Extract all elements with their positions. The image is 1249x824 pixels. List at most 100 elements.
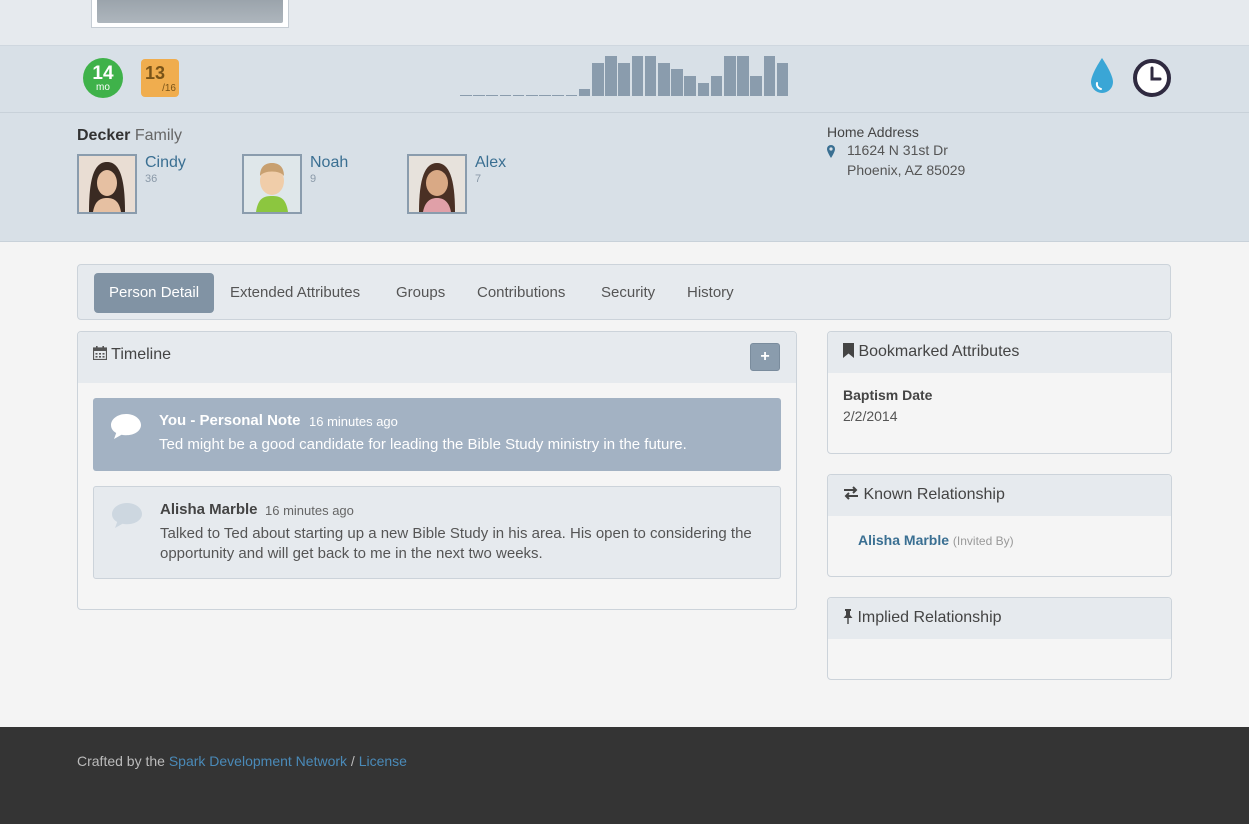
bookmark-icon: [843, 343, 854, 358]
exchange-icon: [844, 486, 858, 500]
implied-relationship-title: Implied Relationship: [857, 609, 1002, 626]
footer-text: Crafted by the Spark Development Network…: [77, 753, 407, 769]
comment-icon: [111, 414, 141, 439]
sparkline-bar: [565, 95, 578, 96]
family-title: Decker Family: [77, 127, 182, 145]
sparkline-bar: [526, 95, 538, 96]
known-relationship-title-wrap: Known Relationship: [843, 486, 1005, 504]
entry-author[interactable]: You - Personal Note: [159, 412, 300, 429]
timeline-entry[interactable]: You - Personal Note 16 minutes ago Ted m…: [93, 398, 781, 471]
sparkline-bar: [499, 95, 512, 96]
sparkline-bar: [618, 62, 631, 96]
tab-groups[interactable]: Groups: [381, 273, 460, 313]
known-relationship-header: Known Relationship: [828, 475, 1171, 516]
clock-icon[interactable]: [1132, 58, 1172, 98]
bookmarked-attributes-panel: Bookmarked Attributes Baptism Date 2/2/2…: [827, 331, 1172, 454]
member-age: 7: [475, 173, 482, 185]
sparkline-bar: [697, 82, 710, 96]
months-unit: mo: [96, 82, 110, 93]
sparkline-bar: [658, 62, 670, 96]
member-name[interactable]: Noah: [310, 154, 348, 172]
family-section: Decker Family Cindy 36 Noah 9 Alex 7 Hom…: [0, 113, 1249, 242]
member-avatar[interactable]: [242, 154, 302, 214]
implied-relationship-header: Implied Relationship: [828, 598, 1171, 639]
relationship-type: (Invited By): [952, 534, 1014, 548]
comment-icon: [112, 503, 142, 528]
sparkline-bar: [539, 95, 551, 96]
sparkline-bar: [724, 56, 736, 96]
sparkline-bar: [473, 95, 485, 96]
address-label: Home Address: [827, 124, 919, 140]
license-link[interactable]: License: [359, 753, 407, 769]
entry-author[interactable]: Alisha Marble: [160, 501, 258, 518]
sparkline-bar: [460, 95, 472, 96]
tab-security[interactable]: Security: [586, 273, 670, 313]
person-photo: [91, 0, 289, 28]
attribute-value: 2/2/2014: [843, 408, 898, 424]
member-name[interactable]: Alex: [475, 154, 506, 172]
timeline-header: Timeline +: [78, 332, 796, 383]
sparkline-bar: [605, 56, 617, 96]
bookmarked-title-wrap: Bookmarked Attributes: [843, 343, 1019, 361]
implied-relationship-panel: Implied Relationship: [827, 597, 1172, 680]
member-avatar[interactable]: [407, 154, 467, 214]
footer-prefix: Crafted by the: [77, 753, 165, 769]
tab-person-detail[interactable]: Person Detail: [94, 273, 215, 313]
address-line2: Phoenix, AZ 85029: [847, 162, 966, 178]
months-attended-badge[interactable]: 14 mo: [83, 58, 123, 98]
baptism-drop-icon[interactable]: [1088, 56, 1116, 96]
attribute-name: Baptism Date: [843, 387, 933, 403]
sparkline-bar: [644, 56, 657, 96]
spark-link[interactable]: Spark Development Network: [169, 753, 347, 769]
pushpin-icon: [843, 609, 853, 624]
footer: Crafted by the Spark Development Network…: [0, 727, 1249, 824]
member-avatar[interactable]: [77, 154, 137, 214]
entry-time: 16 minutes ago: [309, 414, 398, 429]
sparkline-bar: [776, 62, 789, 96]
tab-contributions[interactable]: Contributions: [462, 273, 580, 313]
sparkline-bar: [763, 56, 776, 96]
sparkline-bar: [710, 76, 723, 96]
entry-text: Talked to Ted about starting up a new Bi…: [160, 525, 752, 562]
sparkline-bar: [486, 95, 499, 96]
known-relationship-title: Known Relationship: [863, 486, 1005, 503]
family-last-name: Decker: [77, 127, 131, 144]
attendance-total: /16: [162, 83, 176, 94]
badge-bar: 14 mo 13 /16: [0, 46, 1249, 113]
top-strip: [0, 0, 1249, 46]
member-age: 36: [145, 173, 158, 185]
tab-extended-attributes[interactable]: Extended Attributes: [215, 273, 375, 313]
sparkline-bar: [737, 56, 749, 96]
known-relationship-panel: Known Relationship Alisha Marble (Invite…: [827, 474, 1172, 577]
entry-text: Ted might be a good candidate for leadin…: [159, 436, 687, 453]
address-line1: 11624 N 31st Dr: [847, 142, 948, 158]
entry-time: 16 minutes ago: [265, 503, 354, 518]
sparkline-bar: [552, 95, 565, 96]
sparkline-bar: [684, 76, 697, 96]
person-tabs: Person Detail Extended Attributes Groups…: [77, 264, 1171, 320]
sparkline-bar: [578, 89, 591, 96]
map-marker-icon[interactable]: [827, 145, 835, 158]
implied-relationship-title-wrap: Implied Relationship: [843, 609, 1002, 627]
timeline-entry[interactable]: Alisha Marble 16 minutes ago Talked to T…: [93, 486, 781, 579]
attendance-badge[interactable]: 13 /16: [141, 59, 179, 97]
timeline-title-wrap: Timeline: [92, 346, 171, 364]
tab-history[interactable]: History: [672, 273, 749, 313]
months-value: 14: [92, 63, 114, 84]
sparkline-bar: [671, 69, 683, 96]
sparkline-bar: [631, 56, 644, 96]
family-suffix: Family: [134, 127, 182, 144]
footer-separator: /: [350, 753, 355, 769]
timeline-panel: Timeline + You - Personal Note 16 minute…: [77, 331, 797, 610]
member-name[interactable]: Cindy: [145, 154, 186, 172]
relationship-entry: Alisha Marble (Invited By): [858, 532, 1014, 548]
relationship-person-link[interactable]: Alisha Marble: [858, 532, 949, 548]
member-age: 9: [310, 173, 317, 185]
bookmarked-title: Bookmarked Attributes: [858, 343, 1020, 360]
sparkline-bar: [512, 95, 525, 96]
calendar-icon: [92, 346, 108, 361]
sparkline-bar: [750, 76, 763, 96]
bookmarked-header: Bookmarked Attributes: [828, 332, 1171, 373]
attendance-sparkline[interactable]: [460, 54, 790, 96]
add-note-button[interactable]: +: [750, 343, 780, 371]
